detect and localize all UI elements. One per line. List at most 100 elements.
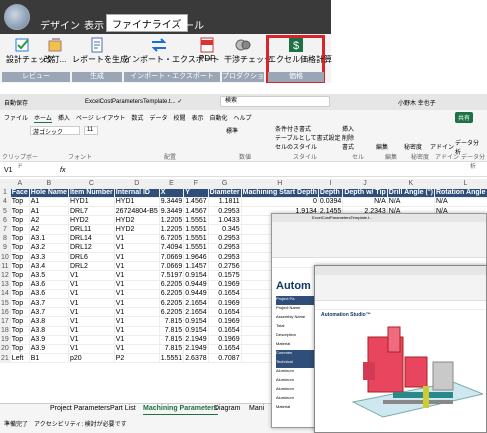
- table-cell[interactable]: 1.5551: [183, 243, 209, 254]
- table-cell[interactable]: 6.7205: [159, 234, 185, 244]
- menu-help[interactable]: ヘルプ: [234, 113, 252, 123]
- table-cell[interactable]: 0.1654: [208, 289, 242, 299]
- tab-design[interactable]: デザイン: [40, 17, 80, 32]
- table-cell[interactable]: Top: [10, 335, 30, 345]
- table-cell[interactable]: 1.1457: [183, 261, 209, 272]
- table-cell[interactable]: Top: [10, 197, 30, 208]
- tab-tools[interactable]: ツール: [174, 17, 204, 32]
- name-box[interactable]: V1: [4, 167, 13, 174]
- table-cell[interactable]: A3.6: [29, 280, 69, 290]
- table-cell[interactable]: Top: [10, 316, 30, 327]
- table-cell[interactable]: 1.5551: [183, 234, 209, 244]
- table-cell[interactable]: 26724804-B5: [114, 206, 160, 217]
- table-cell[interactable]: 1.9646: [183, 252, 209, 263]
- table-cell[interactable]: V1: [114, 234, 160, 244]
- header-cell[interactable]: Item Number: [68, 188, 115, 198]
- table-cell[interactable]: Top: [10, 326, 30, 336]
- table-cell[interactable]: B1: [29, 353, 69, 364]
- table-cell[interactable]: 0.2953: [208, 252, 242, 263]
- row-number[interactable]: 11: [0, 261, 11, 272]
- autosave-label[interactable]: 自動保存: [4, 98, 28, 107]
- table-cell[interactable]: DRL12: [68, 243, 115, 254]
- tab-view[interactable]: 表示: [84, 17, 104, 32]
- table-cell[interactable]: A3.6: [29, 289, 69, 299]
- font-size-selector[interactable]: 11: [84, 126, 98, 135]
- interference-check-button[interactable]: 干渉チェック: [224, 37, 272, 69]
- table-cell[interactable]: 0.1969: [208, 335, 242, 345]
- table-cell[interactable]: A1: [29, 197, 69, 208]
- table-cell[interactable]: DRL14: [68, 234, 115, 244]
- row-number[interactable]: 21: [0, 353, 11, 364]
- insert-cells[interactable]: 挿入: [342, 124, 354, 133]
- header-cell[interactable]: Rotation Angle (°): [434, 188, 487, 198]
- column-header[interactable]: B: [29, 179, 69, 189]
- table-cell[interactable]: 0.9154: [183, 270, 209, 281]
- table-cell[interactable]: 7.815: [159, 326, 185, 336]
- table-cell[interactable]: Top: [10, 270, 30, 281]
- table-cell[interactable]: A3.7: [29, 298, 69, 309]
- row-number[interactable]: 7: [0, 224, 11, 235]
- table-cell[interactable]: Top: [10, 234, 30, 244]
- sensitivity-button[interactable]: 秘密度: [404, 142, 422, 151]
- table-cell[interactable]: A1: [29, 206, 69, 217]
- menu-home[interactable]: ホーム: [34, 113, 52, 123]
- table-cell[interactable]: 1.4567: [183, 197, 209, 208]
- table-cell[interactable]: Top: [10, 307, 30, 318]
- column-header[interactable]: E: [159, 179, 185, 189]
- table-cell[interactable]: V1: [68, 316, 115, 327]
- table-cell[interactable]: A3.4: [29, 261, 69, 272]
- table-cell[interactable]: V1: [68, 326, 115, 336]
- table-cell[interactable]: 7.5197: [159, 270, 185, 281]
- search-box[interactable]: 検索: [220, 96, 330, 107]
- table-cell[interactable]: A3.9: [29, 335, 69, 345]
- table-cell[interactable]: 2.6378: [183, 353, 209, 364]
- table-cell[interactable]: Top: [10, 252, 30, 263]
- table-cell[interactable]: 2.1949: [183, 335, 209, 345]
- table-cell[interactable]: 1.0433: [208, 215, 242, 226]
- row-number[interactable]: 20: [0, 344, 11, 355]
- table-cell[interactable]: 1.4567: [183, 206, 209, 217]
- header-cell[interactable]: Diameter: [208, 188, 242, 198]
- table-cell[interactable]: Left: [10, 353, 30, 364]
- table-cell[interactable]: 0.0394: [318, 197, 344, 208]
- table-cell[interactable]: 2.1654: [183, 298, 209, 309]
- table-cell[interactable]: V1: [68, 298, 115, 309]
- table-cell[interactable]: 0.9154: [183, 326, 209, 336]
- table-cell[interactable]: HYD2: [68, 215, 115, 226]
- table-cell[interactable]: P2: [114, 353, 160, 364]
- table-cell[interactable]: 1.5551: [183, 224, 209, 235]
- sheet-machining-parameters[interactable]: Machining Parameters: [143, 405, 218, 415]
- design-check-button[interactable]: 設計チェック: [6, 37, 54, 69]
- table-cell[interactable]: 9.3449: [159, 206, 185, 217]
- row-number[interactable]: 14: [0, 289, 11, 299]
- table-cell[interactable]: V1: [114, 243, 160, 254]
- table-cell[interactable]: 0.7087: [208, 353, 242, 364]
- table-cell[interactable]: V1: [114, 252, 160, 263]
- table-cell[interactable]: HYD1: [68, 197, 115, 208]
- table-cell[interactable]: Top: [10, 289, 30, 299]
- sheet-part-list[interactable]: Part List: [110, 405, 136, 415]
- sheet-diagram[interactable]: Diagram: [214, 405, 240, 415]
- status-accessibility[interactable]: アクセシビリティ: 検討が必要です: [34, 419, 127, 428]
- table-cell[interactable]: V1: [114, 261, 160, 272]
- row-number[interactable]: 16: [0, 307, 11, 318]
- menu-automate[interactable]: 自動化: [209, 113, 227, 123]
- column-header[interactable]: C: [68, 179, 115, 189]
- table-cell[interactable]: 0.2953: [208, 243, 242, 254]
- table-cell[interactable]: V1: [114, 335, 160, 345]
- table-cell[interactable]: HYD2: [114, 224, 160, 235]
- table-cell[interactable]: V1: [114, 280, 160, 290]
- row-number[interactable]: 4: [0, 197, 11, 208]
- menu-review[interactable]: 校閲: [173, 113, 185, 123]
- table-cell[interactable]: A3.8: [29, 326, 69, 336]
- table-cell[interactable]: A2: [29, 215, 69, 226]
- table-cell[interactable]: 0.1654: [208, 326, 242, 336]
- row-number[interactable]: 5: [0, 206, 11, 217]
- row-number[interactable]: 1: [0, 188, 11, 198]
- table-cell[interactable]: 0.9449: [183, 289, 209, 299]
- table-cell[interactable]: V1: [114, 307, 160, 318]
- table-cell[interactable]: 1.1811: [208, 197, 242, 208]
- table-cell[interactable]: Top: [10, 298, 30, 309]
- sheet-project-parameters[interactable]: Project Parameters: [50, 405, 110, 415]
- edit-button[interactable]: 編集: [376, 142, 388, 151]
